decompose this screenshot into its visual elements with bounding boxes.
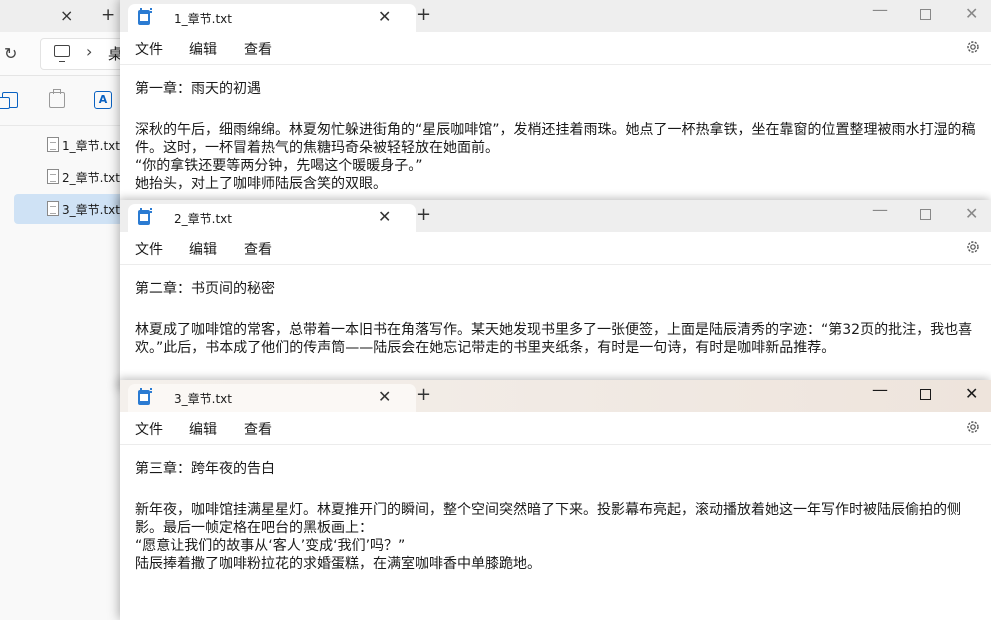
- text-file-icon: [47, 169, 59, 184]
- tab-title: 2_章节.txt: [174, 212, 232, 226]
- menu-file[interactable]: 文件: [135, 419, 163, 439]
- notepad-icon: [138, 388, 152, 405]
- maximize-icon[interactable]: [920, 389, 931, 400]
- close-icon[interactable]: ✕: [965, 4, 978, 23]
- chapter-body: 新年夜，咖啡馆挂满星星灯。林夏推开门的瞬间，整个空间突然暗了下来。投影幕布亮起，…: [135, 502, 961, 572]
- chapter-title: 第二章：书页间的秘密: [135, 281, 275, 297]
- tab-file-2[interactable]: 2_章节.txt ✕: [128, 204, 416, 232]
- file-list-item[interactable]: 1_章节.txt: [14, 130, 130, 160]
- copy-icon[interactable]: [0, 92, 18, 109]
- file-list-item-selected[interactable]: 3_章节.txt: [14, 194, 130, 224]
- close-icon[interactable]: ✕: [965, 204, 978, 223]
- new-tab-icon[interactable]: +: [416, 204, 431, 225]
- rename-icon[interactable]: A: [94, 91, 112, 109]
- minimize-icon[interactable]: —: [872, 200, 888, 219]
- notepad-window-3: 3_章节.txt ✕ + — ✕ 文件 编辑 查看 第三章：跨年夜的告白 新年夜…: [120, 380, 991, 620]
- settings-gear-icon[interactable]: [965, 39, 981, 55]
- breadcrumb-chevron-icon: ›: [86, 42, 93, 61]
- tab-title: 1_章节.txt: [174, 12, 232, 26]
- settings-gear-icon[interactable]: [965, 419, 981, 435]
- chapter-body: 深秋的午后，细雨绵绵。林夏匆忙躲进街角的“星辰咖啡馆”，发梢还挂着雨珠。她点了一…: [135, 122, 976, 192]
- title-bar[interactable]: 3_章节.txt ✕ + — ✕: [120, 380, 991, 412]
- menu-edit[interactable]: 编辑: [189, 419, 217, 439]
- notepad-window-2: 2_章节.txt ✕ + — ✕ 文件 编辑 查看 第二章：书页间的秘密 林夏成…: [120, 200, 991, 390]
- tab-file-3[interactable]: 3_章节.txt ✕: [128, 384, 416, 412]
- notepad-window-1: 1_章节.txt ✕ + — ✕ 文件 编辑 查看 第一章：雨天的初遇 深秋的午…: [120, 0, 991, 210]
- menu-bar: 文件 编辑 查看: [120, 32, 991, 65]
- menu-bar: 文件 编辑 查看: [120, 232, 991, 265]
- file-name: 3_章节.txt: [62, 203, 120, 217]
- text-editor-area[interactable]: 第三章：跨年夜的告白 新年夜，咖啡馆挂满星星灯。林夏推开门的瞬间，整个空间突然暗…: [135, 460, 985, 573]
- minimize-icon[interactable]: —: [872, 0, 888, 19]
- menu-edit[interactable]: 编辑: [189, 39, 217, 59]
- chapter-title: 第一章：雨天的初遇: [135, 81, 261, 97]
- title-bar[interactable]: 1_章节.txt ✕ + — ✕: [120, 0, 991, 32]
- notepad-icon: [138, 8, 152, 25]
- menu-view[interactable]: 查看: [244, 39, 272, 59]
- tab-close-icon[interactable]: ✕: [378, 7, 391, 26]
- file-name: 2_章节.txt: [62, 171, 120, 185]
- tab-close-icon[interactable]: ✕: [378, 387, 391, 406]
- explorer-new-tab-icon[interactable]: +: [101, 5, 115, 25]
- new-tab-icon[interactable]: +: [416, 4, 431, 25]
- text-editor-area[interactable]: 第二章：书页间的秘密 林夏成了咖啡馆的常客，总带着一本旧书在角落写作。某天她发现…: [135, 280, 985, 357]
- refresh-icon[interactable]: ↻: [4, 44, 17, 63]
- menu-bar: 文件 编辑 查看: [120, 412, 991, 445]
- file-name: 1_章节.txt: [62, 139, 120, 153]
- text-file-icon: [47, 137, 59, 152]
- tab-title: 3_章节.txt: [174, 392, 232, 406]
- text-file-icon: [47, 201, 59, 216]
- menu-edit[interactable]: 编辑: [189, 239, 217, 259]
- menu-file[interactable]: 文件: [135, 239, 163, 259]
- notepad-icon: [138, 208, 152, 225]
- tab-file-1[interactable]: 1_章节.txt ✕: [128, 4, 416, 32]
- menu-view[interactable]: 查看: [244, 239, 272, 259]
- maximize-icon[interactable]: [920, 9, 931, 20]
- chapter-body: 林夏成了咖啡馆的常客，总带着一本旧书在角落写作。某天她发现书里多了一张便签，上面…: [135, 322, 973, 356]
- settings-gear-icon[interactable]: [965, 239, 981, 255]
- file-list-item[interactable]: 2_章节.txt: [14, 162, 130, 192]
- maximize-icon[interactable]: [920, 209, 931, 220]
- title-bar[interactable]: 2_章节.txt ✕ + — ✕: [120, 200, 991, 232]
- minimize-icon[interactable]: —: [872, 380, 888, 399]
- new-tab-icon[interactable]: +: [416, 384, 431, 405]
- desktop: × + ↻ › 桌 A 1_章节.txt 2_章节.txt 3_章节.txt 1…: [0, 0, 991, 620]
- this-pc-icon: [54, 45, 70, 62]
- text-editor-area[interactable]: 第一章：雨天的初遇 深秋的午后，细雨绵绵。林夏匆忙躲进街角的“星辰咖啡馆”，发梢…: [135, 80, 985, 193]
- paste-icon[interactable]: [49, 89, 65, 108]
- menu-view[interactable]: 查看: [244, 419, 272, 439]
- menu-file[interactable]: 文件: [135, 39, 163, 59]
- explorer-tab-close-icon[interactable]: ×: [60, 6, 73, 25]
- tab-close-icon[interactable]: ✕: [378, 207, 391, 226]
- chapter-title: 第三章：跨年夜的告白: [135, 461, 275, 477]
- close-icon[interactable]: ✕: [965, 384, 978, 403]
